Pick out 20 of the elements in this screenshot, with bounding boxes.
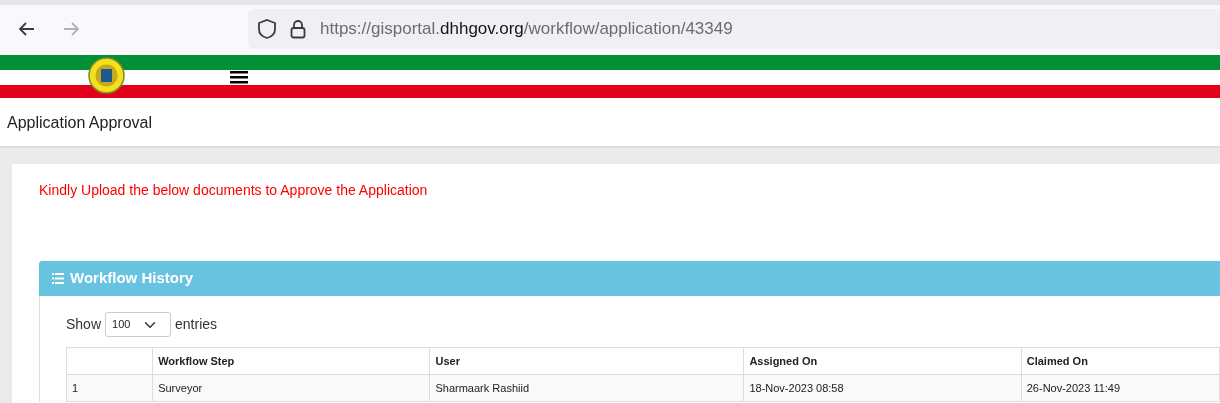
page-size-select[interactable]: 100 bbox=[105, 312, 172, 337]
lock-icon[interactable] bbox=[290, 18, 306, 39]
column-header[interactable]: Claimed On bbox=[1021, 347, 1220, 375]
column-header[interactable]: Workflow Step bbox=[152, 347, 430, 375]
menu-icon[interactable] bbox=[230, 71, 248, 84]
panel-title: Workflow History bbox=[70, 268, 194, 289]
column-header[interactable]: User bbox=[429, 347, 744, 375]
column-header[interactable]: Assigned On bbox=[743, 347, 1022, 375]
notice-text: Kindly Upload the below documents to Approve the Application bbox=[39, 182, 428, 198]
page-title: Application Approval bbox=[7, 113, 152, 133]
table-cell: Surveyor bbox=[152, 374, 430, 402]
table-cell: 18-Nov-2023 08:58 bbox=[743, 374, 1022, 402]
table-cell: 26-Nov-2023 11:49 bbox=[1021, 374, 1220, 402]
table-cell: Sharmaark Rashiid bbox=[429, 374, 744, 402]
entries-label: entries bbox=[175, 315, 218, 334]
table-cell: 1 bbox=[66, 374, 153, 402]
list-icon bbox=[52, 273, 64, 284]
show-label: Show bbox=[66, 315, 102, 334]
emblem-logo bbox=[88, 57, 125, 94]
shield-icon[interactable] bbox=[258, 18, 276, 39]
